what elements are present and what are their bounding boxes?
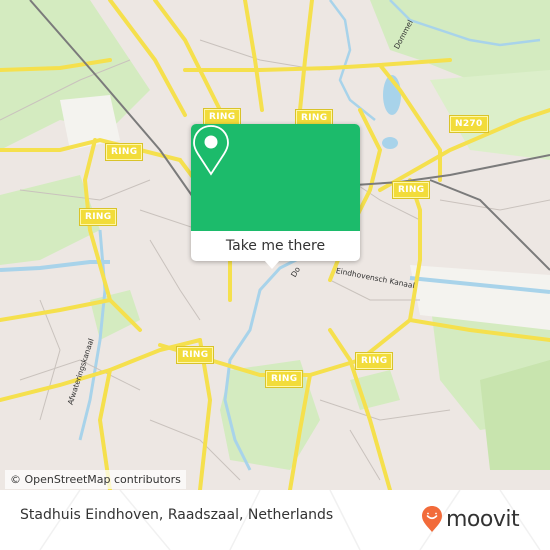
moovit-pin-icon xyxy=(422,506,442,532)
location-pin-icon xyxy=(193,125,229,176)
moovit-logo[interactable]: moovit xyxy=(421,502,520,536)
footer-bar: Stadhuis Eindhoven, Raadszaal, Netherlan… xyxy=(0,490,550,550)
map-view[interactable]: RING RING RING RING RING RING RING RING … xyxy=(0,0,550,490)
ring-road-label: RING xyxy=(202,108,242,126)
popup-header xyxy=(191,124,360,231)
location-popup: Take me there xyxy=(191,124,360,269)
highway-label-n270: N270 xyxy=(449,115,489,133)
moovit-wordmark: moovit xyxy=(446,506,520,532)
pond xyxy=(382,137,398,149)
map-attribution[interactable]: © OpenStreetMap contributors xyxy=(5,470,186,489)
ring-road-label: RING xyxy=(104,143,144,161)
ring-road-label: RING xyxy=(264,370,304,388)
ring-road-label: RING xyxy=(391,181,431,199)
take-me-there-button[interactable]: Take me there xyxy=(191,231,360,261)
popup-pointer xyxy=(264,260,280,269)
ring-road-label: RING xyxy=(175,346,215,364)
ring-road-label: RING xyxy=(354,352,394,370)
location-title: Stadhuis Eindhoven, Raadszaal, Netherlan… xyxy=(20,507,334,523)
ring-road-label: RING xyxy=(78,208,118,226)
